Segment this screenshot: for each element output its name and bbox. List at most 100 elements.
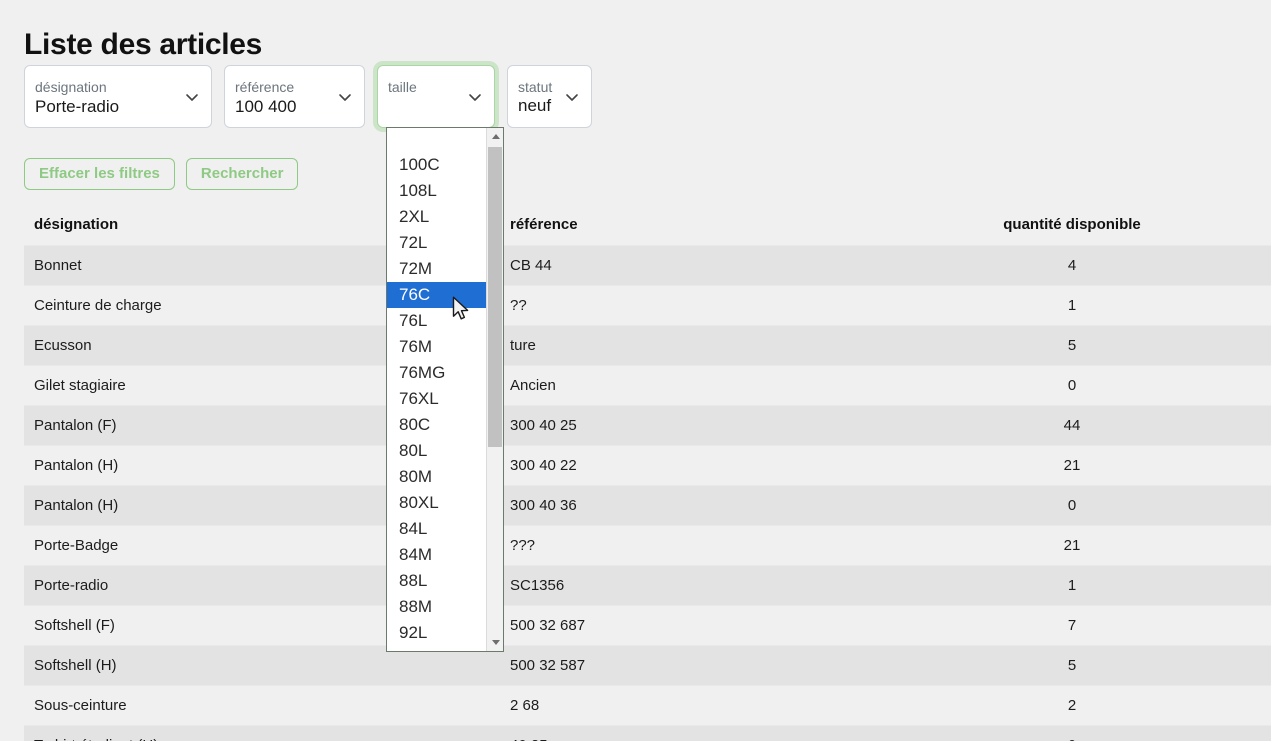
cell-designation: Sous-ceinture: [24, 686, 500, 726]
cell-reference: CB 44: [500, 246, 972, 286]
cell-extra: [1172, 566, 1271, 606]
table-header-row: désignation référence quantité disponibl…: [24, 212, 1271, 246]
page-title: Liste des articles: [24, 28, 262, 62]
cell-quantite: 1: [972, 286, 1172, 326]
taille-dropdown-listbox[interactable]: 100C108L2XL72L72M76C76L76M76MG76XL80C80L…: [386, 127, 504, 652]
dropdown-option-list[interactable]: 100C108L2XL72L72M76C76L76M76MG76XL80C80L…: [387, 128, 487, 646]
dropdown-option[interactable]: 76XL: [387, 386, 487, 412]
cell-reference: ??: [500, 286, 972, 326]
cell-extra: [1172, 606, 1271, 646]
dropdown-option[interactable]: 100C: [387, 152, 487, 178]
cell-extra: [1172, 366, 1271, 406]
dropdown-option[interactable]: 80M: [387, 464, 487, 490]
table-row[interactable]: Porte-radioSC13561: [24, 566, 1271, 606]
dropdown-option[interactable]: 72L: [387, 230, 487, 256]
table-row[interactable]: BonnetCB 444: [24, 246, 1271, 286]
dropdown-option[interactable]: 80L: [387, 438, 487, 464]
cell-extra: [1172, 646, 1271, 686]
cell-reference: ???: [500, 526, 972, 566]
cell-quantite: 21: [972, 446, 1172, 486]
column-header-quantite[interactable]: quantité disponible: [972, 212, 1172, 246]
filter-label-taille: taille: [388, 79, 484, 96]
table-row[interactable]: Softshell (F)500 32 6877: [24, 606, 1271, 646]
filter-select-statut[interactable]: statut neuf: [507, 65, 592, 128]
cell-reference: SC1356: [500, 566, 972, 606]
table-row[interactable]: Ceinture de charge??1: [24, 286, 1271, 326]
cell-extra: [1172, 446, 1271, 486]
cell-reference: 2 68: [500, 686, 972, 726]
cell-extra: [1172, 286, 1271, 326]
table-row[interactable]: Sous-ceinture2 682: [24, 686, 1271, 726]
cell-quantite: 0: [972, 486, 1172, 526]
cell-reference: 300 40 25: [500, 406, 972, 446]
cell-designation: T-shirt étudiant (H): [24, 726, 500, 741]
filter-value-taille: [388, 97, 484, 117]
article-list-page: Liste des articles désignation Porte-rad…: [0, 0, 1271, 741]
table-row[interactable]: Gilet stagiaireAncien0: [24, 366, 1271, 406]
dropdown-scrollbar[interactable]: [486, 128, 503, 651]
filter-select-reference[interactable]: référence 100 400: [224, 65, 365, 128]
cell-quantite: 21: [972, 526, 1172, 566]
filter-select-taille[interactable]: taille: [377, 65, 495, 128]
cell-extra: [1172, 686, 1271, 726]
filter-label-statut: statut: [518, 79, 581, 96]
table-head: désignation référence quantité disponibl…: [24, 212, 1271, 246]
column-header-reference[interactable]: référence: [500, 212, 972, 246]
cell-extra: [1172, 246, 1271, 286]
cell-quantite: 5: [972, 326, 1172, 366]
cell-reference: Ancien: [500, 366, 972, 406]
dropdown-option[interactable]: 2XL: [387, 204, 487, 230]
dropdown-option[interactable]: 88M: [387, 594, 487, 620]
dropdown-option[interactable]: 84L: [387, 516, 487, 542]
cell-quantite: 7: [972, 606, 1172, 646]
filter-value-designation: Porte-radio: [35, 97, 201, 117]
scroll-down-arrow-icon[interactable]: [487, 634, 504, 651]
cell-extra: [1172, 406, 1271, 446]
filter-select-designation[interactable]: désignation Porte-radio: [24, 65, 212, 128]
articles-table: désignation référence quantité disponibl…: [24, 212, 1271, 741]
dropdown-option[interactable]: 72M: [387, 256, 487, 282]
cell-reference: 40 25: [500, 726, 972, 741]
table-row[interactable]: Pantalon (H)300 40 2221: [24, 446, 1271, 486]
dropdown-option[interactable]: 108L: [387, 178, 487, 204]
dropdown-option[interactable]: 80XL: [387, 490, 487, 516]
scroll-up-arrow-icon[interactable]: [487, 128, 504, 145]
table-row[interactable]: T-shirt étudiant (H)40 250: [24, 726, 1271, 741]
table-body: BonnetCB 444Ceinture de charge??1Ecusson…: [24, 246, 1271, 741]
table-row[interactable]: Ecussonture5: [24, 326, 1271, 366]
cell-reference: 500 32 687: [500, 606, 972, 646]
dropdown-option[interactable]: 80C: [387, 412, 487, 438]
filter-value-reference: 100 400: [235, 97, 354, 117]
clear-filters-button[interactable]: Effacer les filtres: [24, 158, 175, 190]
cell-quantite: 0: [972, 366, 1172, 406]
dropdown-option[interactable]: 76MG: [387, 360, 487, 386]
cell-quantite: 0: [972, 726, 1172, 741]
cell-extra: [1172, 726, 1271, 741]
cell-quantite: 5: [972, 646, 1172, 686]
cell-quantite: 4: [972, 246, 1172, 286]
filter-label-reference: référence: [235, 79, 354, 96]
dropdown-option[interactable]: 84M: [387, 542, 487, 568]
cell-extra: [1172, 486, 1271, 526]
search-button[interactable]: Rechercher: [186, 158, 299, 190]
cell-quantite: 44: [972, 406, 1172, 446]
dropdown-option[interactable]: 76M: [387, 334, 487, 360]
filter-bar: désignation Porte-radio référence 100 40…: [24, 65, 592, 128]
table-row[interactable]: Pantalon (H)300 40 360: [24, 486, 1271, 526]
cell-reference: 300 40 36: [500, 486, 972, 526]
dropdown-option[interactable]: 76C: [387, 282, 491, 308]
cell-reference: 300 40 22: [500, 446, 972, 486]
articles-table-wrapper: désignation référence quantité disponibl…: [24, 212, 1271, 741]
column-header-extra: [1172, 212, 1271, 246]
dropdown-option[interactable]: 76L: [387, 308, 487, 334]
cell-reference: 500 32 587: [500, 646, 972, 686]
dropdown-option[interactable]: 92L: [387, 620, 487, 646]
scrollbar-thumb[interactable]: [488, 147, 502, 447]
cell-quantite: 2: [972, 686, 1172, 726]
cell-quantite: 1: [972, 566, 1172, 606]
dropdown-option[interactable]: 88L: [387, 568, 487, 594]
table-row[interactable]: Pantalon (F)300 40 2544: [24, 406, 1271, 446]
filter-label-designation: désignation: [35, 79, 201, 96]
table-row[interactable]: Porte-Badge???21: [24, 526, 1271, 566]
table-row[interactable]: Softshell (H)500 32 5875: [24, 646, 1271, 686]
